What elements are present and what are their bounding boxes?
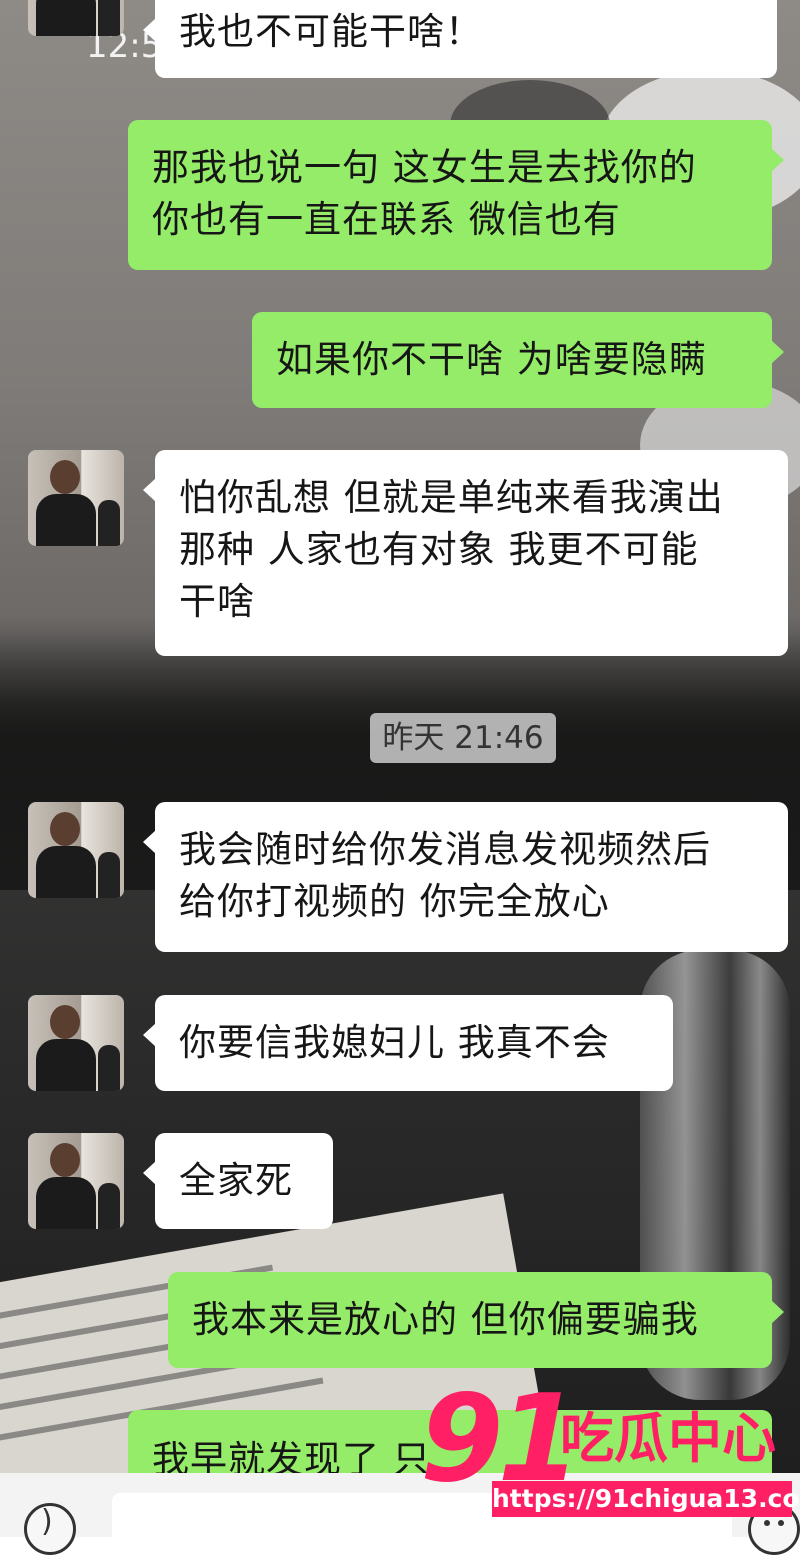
voice-icon[interactable] — [24, 1503, 76, 1555]
message-text: 给你打视频的 你完全放心 — [179, 880, 610, 923]
watermark-number: 91 — [420, 1370, 581, 1509]
received-message-bubble[interactable]: 全家死 — [143, 1133, 333, 1229]
received-message-bubble[interactable]: 你要信我媳妇儿 我真不会 — [143, 995, 673, 1091]
contact-avatar[interactable] — [28, 1133, 124, 1229]
message-text: 怕你乱想 但就是单纯来看我演出 — [179, 476, 724, 519]
watermark: 91 吃瓜中心 https://91chigua13.com — [420, 1370, 800, 1535]
sent-message-bubble[interactable]: 那我也说一句 这女生是去找你的 你也有一直在联系 微信也有 — [128, 120, 784, 270]
message-text: 我会随时给你发消息发视频然后 — [179, 828, 711, 871]
contact-avatar[interactable] — [28, 802, 124, 898]
watermark-text: 吃瓜中心 — [560, 1407, 776, 1470]
contact-avatar[interactable] — [28, 995, 124, 1091]
contact-avatar[interactable] — [28, 0, 124, 36]
received-message-bubble[interactable]: 我会随时给你发消息发视频然后 给你打视频的 你完全放心 — [143, 802, 788, 952]
sent-message-bubble[interactable]: 如果你不干啥 为啥要隐瞒 — [252, 312, 784, 408]
timestamp-chip: 昨天 21:46 — [370, 713, 556, 763]
contact-avatar[interactable] — [28, 450, 124, 546]
received-message-bubble[interactable]: 我也不可能干啥！ — [143, 0, 777, 78]
message-text: 我本来是放心的 但你偏要骗我 — [192, 1298, 699, 1341]
message-text: 全家死 — [179, 1159, 293, 1202]
message-text: 我也不可能干啥！ — [179, 10, 483, 53]
received-message-bubble[interactable]: 怕你乱想 但就是单纯来看我演出 那种 人家也有对象 我更不可能 干啥 — [143, 450, 788, 656]
message-text: 那种 人家也有对象 我更不可能 — [179, 528, 699, 571]
watermark-url: https://91chigua13.com — [492, 1481, 800, 1517]
message-text: 干啥 — [179, 580, 255, 623]
message-text: 你要信我媳妇儿 我真不会 — [179, 1021, 610, 1064]
message-text: 如果你不干啥 为啥要隐瞒 — [276, 338, 707, 381]
sent-message-bubble[interactable]: 我本来是放心的 但你偏要骗我 — [168, 1272, 784, 1368]
message-text: 你也有一直在联系 微信也有 — [152, 198, 621, 241]
message-text: 那我也说一句 这女生是去找你的 — [152, 146, 697, 189]
